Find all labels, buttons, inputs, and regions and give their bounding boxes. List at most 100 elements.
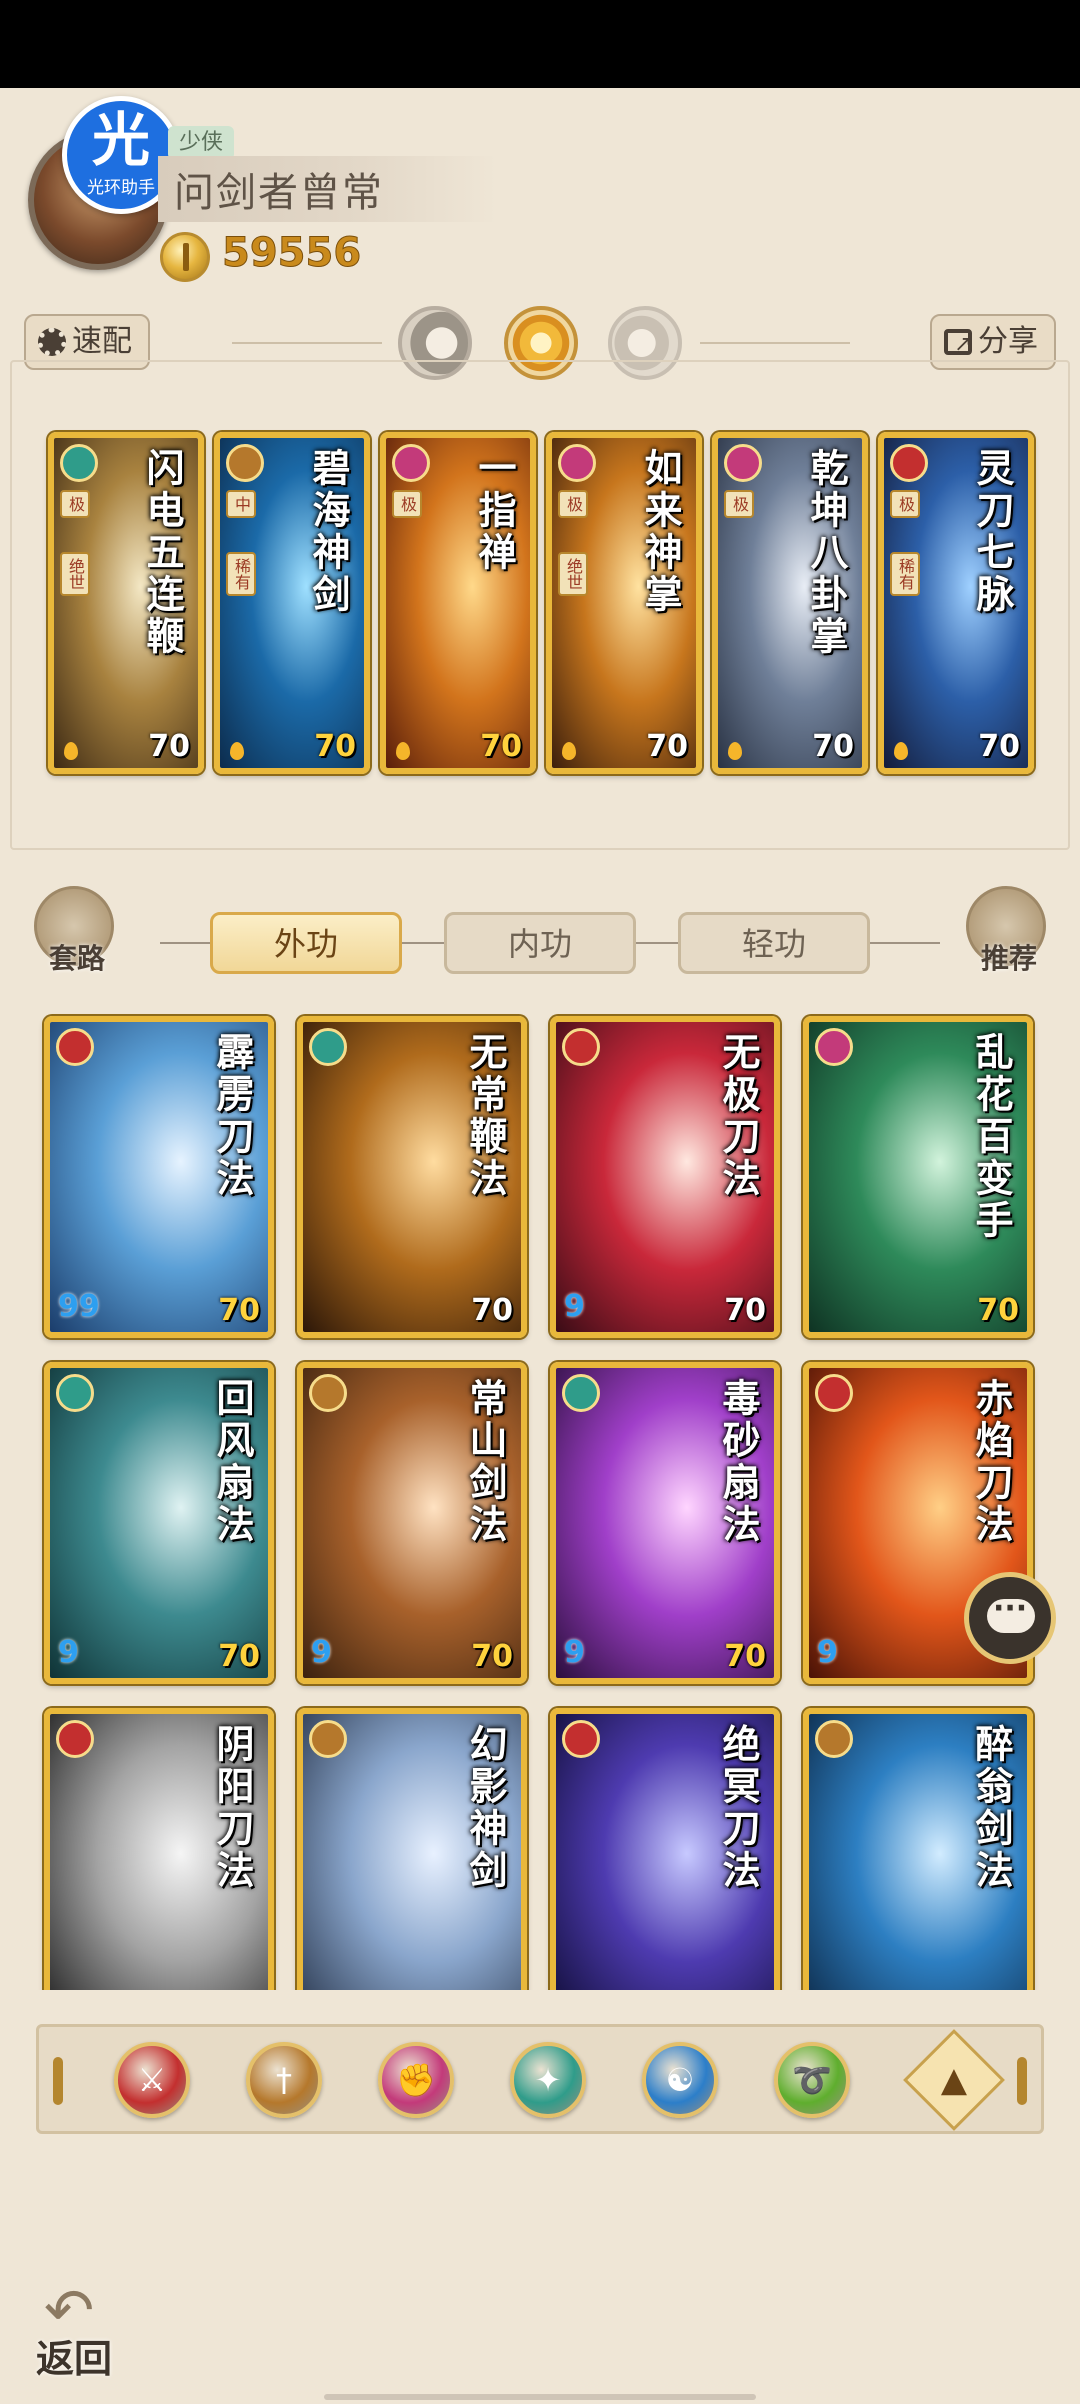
- card-rarity-tag: 极: [890, 490, 920, 518]
- fan-icon: ✦: [534, 2061, 562, 2099]
- card-level: 70: [148, 729, 190, 764]
- skill-card[interactable]: 阴阳刀法: [44, 1708, 274, 1990]
- card-rarity-tag: 绝世: [558, 552, 588, 596]
- sword-school-icon: [309, 1374, 347, 1412]
- sword-school-icon: [815, 1720, 853, 1758]
- yin-yang-school-icon: [60, 444, 98, 482]
- fan-school-icon: [56, 1374, 94, 1412]
- blade-school-icon: [890, 444, 928, 482]
- tab-outer-skill-label: 外功: [273, 925, 338, 963]
- skill-card[interactable]: 无常鞭法 70: [297, 1016, 527, 1338]
- fist-icon: ✊: [396, 2061, 436, 2099]
- tab-outer-skill[interactable]: 外功: [210, 912, 402, 974]
- blade-school-icon: [56, 1720, 94, 1758]
- sword-icon: †: [276, 2061, 292, 2099]
- home-indicator[interactable]: [324, 2394, 756, 2400]
- card-level: 70: [314, 729, 356, 764]
- fist-school-icon: [724, 444, 762, 482]
- filter-blade-button[interactable]: ⚔: [114, 2042, 190, 2118]
- skill-card[interactable]: 醉翁剑法: [803, 1708, 1033, 1990]
- card-level: 70: [977, 1293, 1019, 1328]
- drop-icon: [396, 742, 410, 760]
- fist-school-icon: [392, 444, 430, 482]
- skill-card[interactable]: 乱花百变手 70: [803, 1016, 1033, 1338]
- filter-sword-button[interactable]: †: [246, 2042, 322, 2118]
- routine-label: 套路: [48, 942, 105, 975]
- fist-school-icon: [815, 1028, 853, 1066]
- card-marks: 99: [58, 1289, 100, 1324]
- card-level: 70: [480, 729, 522, 764]
- routine-button[interactable]: 套路: [34, 886, 114, 975]
- back-label: 返回: [36, 2336, 113, 2381]
- whip-icon: ➰: [792, 2061, 832, 2099]
- chat-bubble-icon[interactable]: [964, 1572, 1056, 1664]
- card-title: 无常鞭法: [463, 1032, 508, 1200]
- card-title: 幻影神剑: [463, 1724, 508, 1892]
- gear-icon: [38, 328, 66, 356]
- recommend-label: 推荐: [980, 942, 1037, 975]
- card-marks: 9: [58, 1635, 79, 1670]
- card-level: 70: [978, 729, 1020, 764]
- card-title: 闪电五连鞭: [140, 448, 185, 658]
- card-rarity-tag: 稀有: [890, 552, 920, 596]
- skill-card[interactable]: 灵刀七脉 极稀有 70: [878, 432, 1034, 774]
- skill-card[interactable]: 常山剑法 9 70: [297, 1362, 527, 1684]
- card-level: 70: [812, 729, 854, 764]
- share-icon: [944, 319, 972, 371]
- card-rarity-tag: 绝世: [60, 552, 90, 596]
- filter-fan-button[interactable]: ✦: [510, 2042, 586, 2118]
- skill-card[interactable]: 毒砂扇法 9 70: [550, 1362, 780, 1684]
- card-rarity-tag: 极: [724, 490, 754, 518]
- skill-card[interactable]: 绝冥刀法: [550, 1708, 780, 1990]
- filter-yin-yang-button[interactable]: ☯: [642, 2042, 718, 2118]
- skill-card[interactable]: 乾坤八卦掌 极 70: [712, 432, 868, 774]
- skill-card-grid[interactable]: 霹雳刀法 99 70 无常鞭法 70 无极刀法 9 70 乱花百变手 70 回风扇法 9 70 常山剑法 9…: [0, 1000, 1080, 1990]
- card-rarity-tag: 极: [60, 490, 90, 518]
- skill-card[interactable]: 无极刀法 9 70: [550, 1016, 780, 1338]
- card-title: 无极刀法: [716, 1032, 761, 1200]
- card-title: 如来神掌: [638, 448, 683, 616]
- fist-school-icon: [558, 444, 596, 482]
- coin-value: 59556: [221, 230, 362, 277]
- filter-bar-end-left: [53, 2057, 63, 2105]
- tab-agility-skill[interactable]: 轻功: [678, 912, 870, 974]
- card-title: 赤焰刀法: [969, 1378, 1014, 1546]
- filter-whip-button[interactable]: ➰: [774, 2042, 850, 2118]
- skill-card[interactable]: 如来神掌 极绝世 70: [546, 432, 702, 774]
- card-level: 70: [218, 1293, 260, 1328]
- card-level: 70: [646, 729, 688, 764]
- filter-fist-button[interactable]: ✊: [378, 2042, 454, 2118]
- card-rarity-tag: 中: [226, 490, 256, 518]
- skill-card[interactable]: 回风扇法 9 70: [44, 1362, 274, 1684]
- status-bar: [0, 0, 1080, 88]
- coin-icon: [160, 232, 210, 282]
- filter-bar-end-right: [1017, 2057, 1027, 2105]
- recommend-button[interactable]: 推荐: [966, 886, 1046, 975]
- card-rarity-tag: 稀有: [226, 552, 256, 596]
- skill-card[interactable]: 碧海神剑 中稀有 70: [214, 432, 370, 774]
- card-level: 70: [724, 1639, 766, 1674]
- skill-card[interactable]: 霹雳刀法 99 70: [44, 1016, 274, 1338]
- drop-icon: [894, 742, 908, 760]
- skill-card[interactable]: 闪电五连鞭 极绝世 70: [48, 432, 204, 774]
- card-level: 70: [218, 1639, 260, 1674]
- card-title: 醉翁剑法: [969, 1724, 1014, 1892]
- skill-card[interactable]: 一指禅 极 70: [380, 432, 536, 774]
- fan-school-icon: [309, 1028, 347, 1066]
- card-title: 乱花百变手: [969, 1032, 1014, 1242]
- card-level: 70: [471, 1639, 513, 1674]
- card-level: 70: [724, 1293, 766, 1328]
- tab-inner-skill[interactable]: 内功: [444, 912, 636, 974]
- rank-tag: 少侠: [168, 126, 234, 160]
- card-marks: 9: [817, 1635, 838, 1670]
- back-button[interactable]: ↶ 返回: [30, 2266, 140, 2381]
- blade-school-icon: [562, 1720, 600, 1758]
- card-title: 阴阳刀法: [210, 1724, 255, 1892]
- card-marks: 9: [564, 1635, 585, 1670]
- skill-card[interactable]: 幻影神剑: [297, 1708, 527, 1990]
- card-title: 碧海神剑: [306, 448, 351, 616]
- drop-icon: [562, 742, 576, 760]
- divider-left: [232, 342, 382, 344]
- divider-right: [700, 342, 850, 344]
- blade-school-icon: [562, 1028, 600, 1066]
